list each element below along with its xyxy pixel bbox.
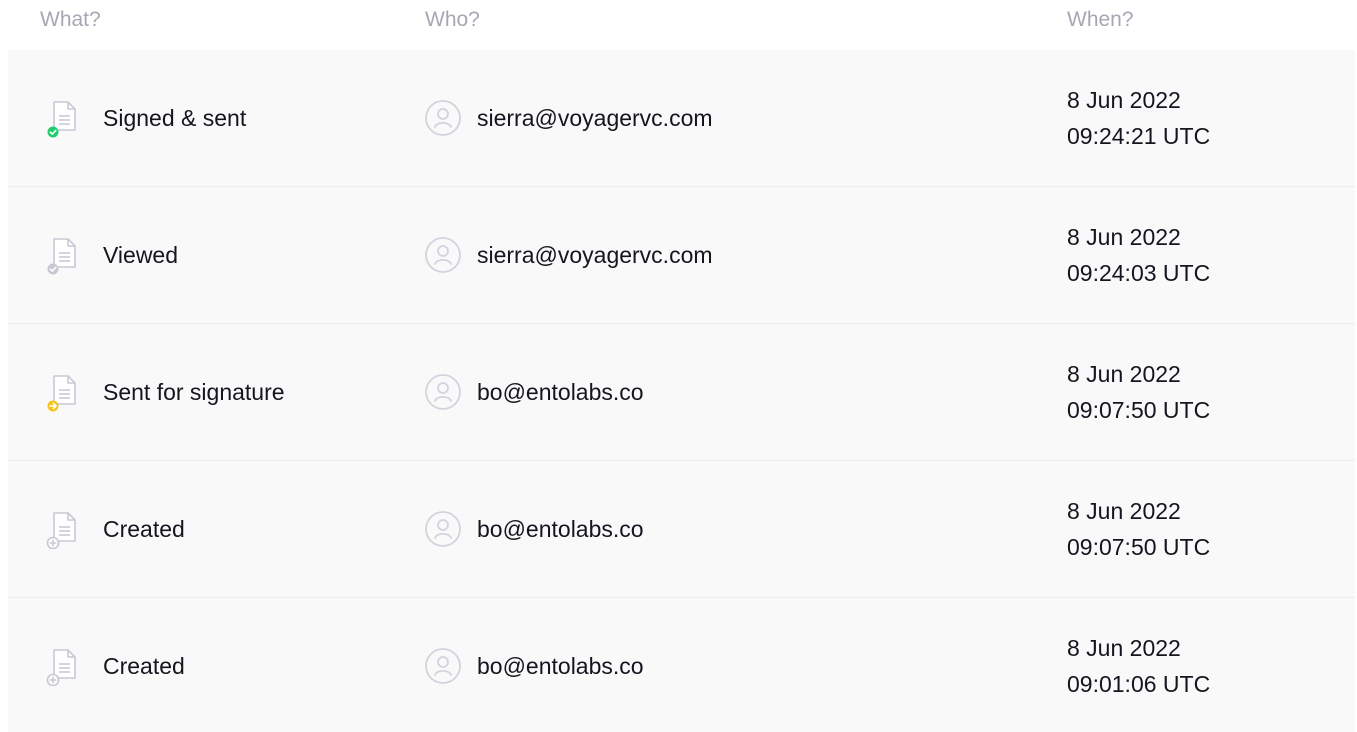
event-time: 09:24:03 UTC — [1067, 260, 1211, 286]
header-what: What? — [40, 8, 101, 31]
event-time: 09:07:50 UTC — [1067, 397, 1211, 423]
doc-plus-icon — [44, 511, 78, 550]
event-label: Created — [103, 653, 185, 679]
event-date: 8 Jun 2022 — [1067, 224, 1181, 250]
table-row: Created bo@entolabs.co 8 Jun 2022 09:01:… — [8, 598, 1355, 732]
audit-trail-list: Signed & sent sierra@voyagervc.com 8 Jun… — [8, 50, 1355, 732]
table-header: What? Who? When? — [0, 0, 1357, 50]
event-date: 8 Jun 2022 — [1067, 635, 1181, 661]
actor-email: bo@entolabs.co — [477, 516, 644, 542]
table-row: Sent for signature bo@entolabs.co 8 Jun … — [8, 324, 1355, 461]
event-date: 8 Jun 2022 — [1067, 361, 1181, 387]
doc-check-icon — [44, 237, 78, 275]
event-label: Viewed — [103, 242, 179, 268]
actor-email: bo@entolabs.co — [477, 653, 644, 679]
actor-email: sierra@voyagervc.com — [477, 105, 713, 131]
event-time: 09:07:50 UTC — [1067, 534, 1211, 560]
header-when: When? — [1067, 8, 1134, 31]
actor-email: sierra@voyagervc.com — [477, 242, 713, 268]
event-date: 8 Jun 2022 — [1067, 498, 1181, 524]
event-time: 09:01:06 UTC — [1067, 671, 1211, 697]
event-label: Sent for signature — [103, 379, 285, 405]
table-row: Viewed sierra@voyagervc.com 8 Jun 2022 0… — [8, 187, 1355, 324]
avatar-icon — [424, 373, 462, 411]
header-who: Who? — [425, 8, 480, 31]
doc-plus-icon — [44, 648, 78, 687]
doc-arrow-icon — [44, 374, 78, 412]
table-row: Signed & sent sierra@voyagervc.com 8 Jun… — [8, 50, 1355, 187]
event-date: 8 Jun 2022 — [1067, 87, 1181, 113]
doc-check-icon — [44, 100, 78, 138]
event-label: Created — [103, 516, 185, 542]
table-row: Created bo@entolabs.co 8 Jun 2022 09:07:… — [8, 461, 1355, 598]
event-time: 09:24:21 UTC — [1067, 123, 1211, 149]
actor-email: bo@entolabs.co — [477, 379, 644, 405]
event-label: Signed & sent — [103, 105, 247, 131]
avatar-icon — [424, 510, 462, 548]
avatar-icon — [424, 647, 462, 685]
avatar-icon — [424, 99, 462, 137]
avatar-icon — [424, 236, 462, 274]
